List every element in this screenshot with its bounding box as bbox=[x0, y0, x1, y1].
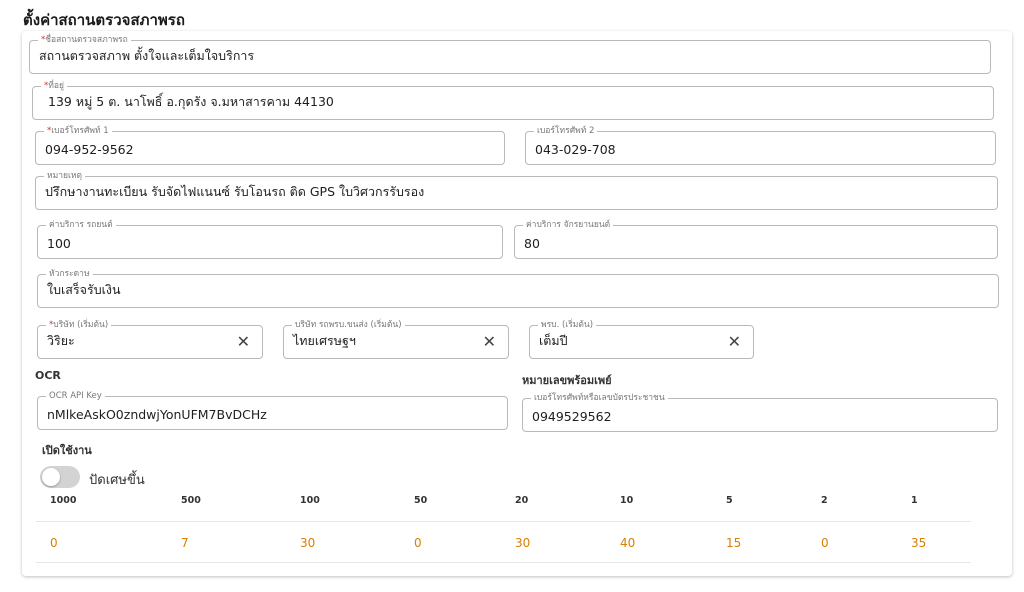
ocr-section-label: OCR bbox=[35, 369, 61, 382]
page-title: ตั้งค่าสถานตรวจสภาพรถ bbox=[23, 11, 185, 29]
denom-count: 30 bbox=[300, 536, 316, 550]
company-select[interactable]: *บริษัท (เริ่มต้น) วิริยะ ✕ bbox=[37, 319, 263, 359]
denom-count: 0 bbox=[821, 536, 829, 550]
round-up-label: ปัดเศษขึ้น bbox=[89, 473, 145, 488]
ocr-key-label: OCR API Key bbox=[46, 390, 105, 402]
company-label: *บริษัท (เริ่มต้น) bbox=[46, 319, 112, 331]
header-paper-field[interactable]: หัวกระดาษ ใบเสร็จรับเงิน bbox=[37, 268, 999, 308]
denom-header: 20 bbox=[515, 495, 529, 506]
address-label: *ที่อยู่ bbox=[41, 80, 67, 92]
phone1-field[interactable]: *เบอร์โทรศัพท์ 1 094-952-9562 bbox=[35, 125, 505, 165]
prb-value: เต็มปี bbox=[539, 333, 568, 348]
table-divider bbox=[36, 521, 971, 522]
address-field[interactable]: *ที่อยู่ 139 หมู่ 5 ต. นาโพธิ์ อ.กุดรัง … bbox=[32, 80, 994, 120]
denom-header: 100 bbox=[300, 495, 320, 506]
denom-count: 40 bbox=[620, 536, 636, 550]
company-transport-label: บริษัท รถพรบ.ขนส่ง (เริ่มต้น) bbox=[292, 319, 405, 331]
promptpay-field[interactable]: เบอร์โทรศัพท์หรือเลขบัตรประชาชน 09495295… bbox=[522, 392, 998, 432]
moto-fee-field[interactable]: ค่าบริการ จักรยานยนต์ 80 bbox=[514, 219, 998, 259]
promptpay-section-label: หมายเลขพร้อมเพย์ bbox=[522, 374, 612, 387]
note-value: ปรึกษางานทะเบียน รับจัดไฟแนนซ์ รับโอนรถ … bbox=[45, 184, 425, 199]
phone1-label: *เบอร์โทรศัพท์ 1 bbox=[44, 125, 112, 137]
denom-count: 35 bbox=[911, 536, 927, 550]
company-transport-select[interactable]: บริษัท รถพรบ.ขนส่ง (เริ่มต้น) ไทยเศรษฐฯ … bbox=[283, 319, 509, 359]
denom-header: 2 bbox=[821, 495, 828, 506]
header-paper-label: หัวกระดาษ bbox=[46, 268, 93, 280]
denom-count: 0 bbox=[50, 536, 58, 550]
address-value: 139 หมู่ 5 ต. นาโพธิ์ อ.กุดรัง จ.มหาสารค… bbox=[48, 94, 334, 109]
denom-header: 500 bbox=[181, 495, 201, 506]
moto-fee-label: ค่าบริการ จักรยานยนต์ bbox=[523, 219, 614, 231]
promptpay-label: เบอร์โทรศัพท์หรือเลขบัตรประชาชน bbox=[531, 392, 668, 404]
company-transport-value: ไทยเศรษฐฯ bbox=[293, 333, 356, 348]
company-value: วิริยะ bbox=[47, 333, 75, 348]
prb-label: พรบ. (เริ่มต้น) bbox=[538, 319, 597, 331]
car-fee-label: ค่าบริการ รถยนต์ bbox=[46, 219, 116, 231]
denom-count: 15 bbox=[726, 536, 742, 550]
denom-header: 50 bbox=[414, 495, 428, 506]
promptpay-value: 0949529562 bbox=[532, 409, 612, 424]
station-name-value: สถานตรวจสภาพ ตั้งใจและเต็มใจบริการ bbox=[39, 48, 255, 63]
denom-header: 10 bbox=[620, 495, 634, 506]
header-paper-value: ใบเสร็จรับเงิน bbox=[47, 282, 121, 297]
phone2-label: เบอร์โทรศัพท์ 2 bbox=[534, 125, 598, 137]
round-up-toggle[interactable] bbox=[40, 466, 80, 488]
phone2-field[interactable]: เบอร์โทรศัพท์ 2 043-029-708 bbox=[525, 125, 996, 165]
ocr-key-value: nMlkeAskO0zndwjYonUFM7BvDCHz bbox=[47, 407, 267, 422]
denom-count: 7 bbox=[181, 536, 189, 550]
denom-header: 1 bbox=[911, 495, 918, 506]
phone2-value: 043-029-708 bbox=[535, 142, 616, 157]
phone1-value: 094-952-9562 bbox=[45, 142, 134, 157]
denom-count: 0 bbox=[414, 536, 422, 550]
car-fee-field[interactable]: ค่าบริการ รถยนต์ 100 bbox=[37, 219, 503, 259]
station-name-label: *ชื่อสถานตรวจสภาพรถ bbox=[38, 34, 131, 46]
close-icon[interactable]: ✕ bbox=[483, 333, 496, 351]
station-name-field[interactable]: *ชื่อสถานตรวจสภาพรถ สถานตรวจสภาพ ตั้งใจแ… bbox=[29, 34, 991, 74]
denom-header: 1000 bbox=[50, 495, 77, 506]
denom-header: 5 bbox=[726, 495, 733, 506]
note-field[interactable]: หมายเหตุ ปรึกษางานทะเบียน รับจัดไฟแนนซ์ … bbox=[35, 170, 998, 210]
denom-count: 30 bbox=[515, 536, 531, 550]
prb-select[interactable]: พรบ. (เริ่มต้น) เต็มปี ✕ bbox=[529, 319, 754, 359]
car-fee-value: 100 bbox=[47, 236, 71, 251]
note-label: หมายเหตุ bbox=[44, 170, 85, 182]
table-divider bbox=[36, 562, 971, 563]
close-icon[interactable]: ✕ bbox=[237, 333, 250, 351]
moto-fee-value: 80 bbox=[524, 236, 540, 251]
ocr-key-field[interactable]: OCR API Key nMlkeAskO0zndwjYonUFM7BvDCHz bbox=[37, 390, 508, 430]
enable-section-label: เปิดใช้งาน bbox=[42, 444, 92, 457]
toggle-knob bbox=[42, 468, 60, 486]
close-icon[interactable]: ✕ bbox=[728, 333, 741, 351]
